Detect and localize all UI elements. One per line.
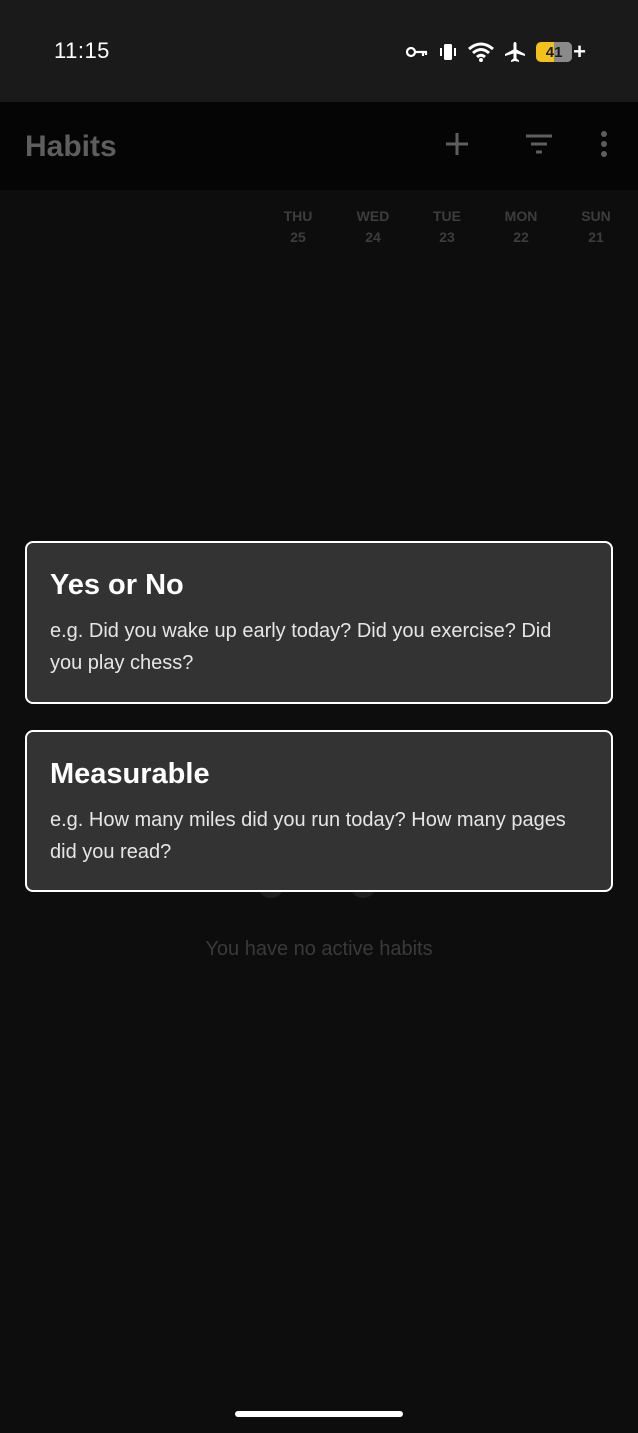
more-options-button[interactable] (584, 126, 624, 166)
add-habit-button[interactable] (437, 126, 477, 166)
option-title: Measurable (50, 758, 210, 790)
airplane-icon (504, 41, 526, 63)
day-number: 21 (588, 229, 604, 245)
page-title: Habits (25, 130, 117, 163)
more-vert-icon (600, 130, 608, 162)
day-name: THU (283, 208, 313, 224)
day-number: 23 (439, 229, 455, 245)
filter-icon (525, 133, 553, 160)
day-number: 25 (290, 229, 306, 245)
status-icons: 41 + (406, 38, 586, 66)
battery-level: 41 (545, 43, 563, 61)
day-header-tue: TUE 23 (417, 206, 477, 248)
charging-indicator: + (573, 39, 586, 64)
vibrate-icon (438, 42, 458, 62)
day-header-sun: SUN 21 (566, 206, 626, 248)
empty-state-message: You have no active habits (205, 938, 433, 960)
day-name: SUN (581, 208, 611, 224)
gesture-nav-bar[interactable] (235, 1411, 403, 1417)
day-number: 24 (365, 229, 381, 245)
add-icon (444, 131, 470, 162)
battery-icon: 41 + (536, 41, 586, 63)
wifi-icon (468, 42, 495, 62)
option-title: Yes or No (50, 569, 184, 601)
option-description: e.g. How many miles did you run today? H… (50, 809, 566, 863)
status-bar: 11:15 41 + (0, 0, 638, 102)
option-yes-or-no[interactable]: Yes or No e.g. Did you wake up early tod… (25, 541, 613, 704)
option-description: e.g. Did you wake up early today? Did yo… (50, 620, 552, 674)
day-header-mon: MON 22 (491, 206, 551, 248)
day-name: WED (356, 208, 390, 224)
day-name: MON (504, 208, 538, 224)
day-name: TUE (433, 208, 461, 224)
day-header-wed: WED 24 (343, 206, 403, 248)
vpn-key-icon (406, 45, 428, 59)
status-time: 11:15 (54, 38, 110, 63)
app-bar: Habits (0, 102, 638, 190)
day-header-thu: THU 25 (268, 206, 328, 248)
option-measurable[interactable]: Measurable e.g. How many miles did you r… (25, 730, 613, 892)
filter-button[interactable] (519, 126, 559, 166)
day-number: 22 (513, 229, 529, 245)
